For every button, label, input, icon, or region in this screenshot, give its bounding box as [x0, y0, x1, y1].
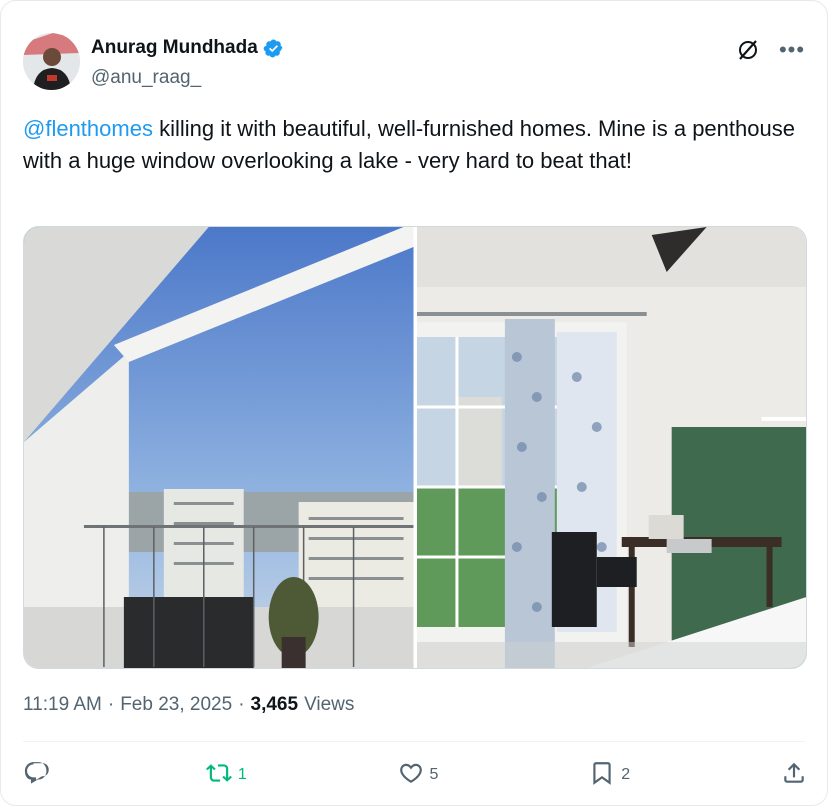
verified-badge-icon	[263, 38, 284, 59]
tweet-header-actions: •••	[735, 37, 805, 63]
mention-link[interactable]: @flenthomes	[23, 116, 153, 141]
meta-separator: ·	[238, 694, 245, 715]
share-button[interactable]	[781, 760, 807, 791]
grok-icon[interactable]	[735, 37, 761, 63]
bedroom-photo[interactable]	[416, 227, 806, 668]
display-name[interactable]: Anurag Mundhada	[91, 37, 258, 59]
action-bar: 1 5 2	[23, 758, 807, 792]
like-button[interactable]: 5	[398, 760, 439, 791]
tweet-card: Anurag Mundhada @anu_raag_ ••• @flenthom…	[0, 0, 828, 806]
balcony-view-photo[interactable]	[24, 227, 414, 668]
bookmark-count: 2	[621, 766, 631, 783]
tweet-date[interactable]: Feb 23, 2025	[120, 694, 232, 716]
retweet-button[interactable]: 1	[205, 760, 247, 791]
retweet-count: 1	[237, 766, 247, 783]
media-grid	[23, 226, 807, 669]
tweet-time[interactable]: 11:19 AM	[23, 694, 102, 716]
tweet-meta: 11:19 AM · Feb 23, 2025 · 3,465 Views	[23, 694, 354, 716]
avatar[interactable]	[23, 33, 80, 90]
bookmark-icon	[589, 760, 615, 791]
author-name-row: Anurag Mundhada	[91, 37, 284, 59]
retweet-icon	[205, 760, 232, 791]
tweet-text: @flenthomes killing it with beautiful, w…	[23, 113, 803, 177]
reply-button[interactable]	[23, 760, 55, 791]
like-count: 5	[429, 766, 439, 783]
more-icon[interactable]: •••	[779, 37, 805, 63]
reply-icon	[23, 760, 49, 791]
divider	[23, 741, 805, 742]
views-label: Views	[304, 694, 355, 715]
author-handle[interactable]: @anu_raag_	[91, 67, 201, 89]
views-count: 3,465	[250, 694, 299, 715]
share-icon	[781, 760, 807, 791]
bookmark-button[interactable]: 2	[589, 760, 630, 791]
heart-icon	[398, 760, 424, 791]
meta-separator: ·	[107, 694, 115, 715]
